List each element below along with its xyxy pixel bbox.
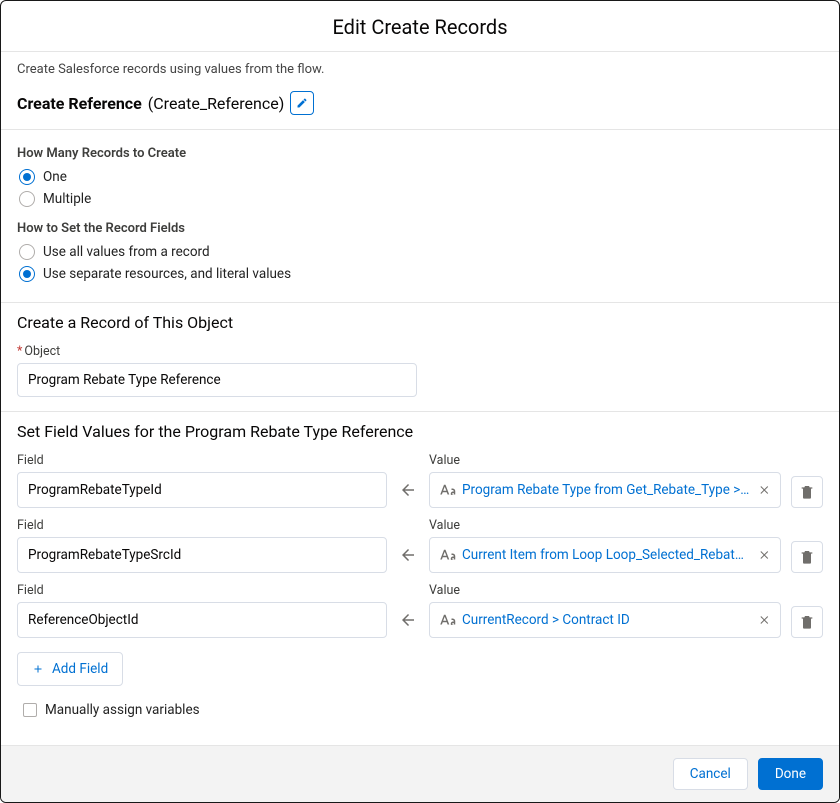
add-field-button[interactable]: Add Field [17, 652, 123, 686]
delete-row-button[interactable] [791, 541, 823, 573]
pencil-icon [296, 97, 308, 109]
radio-multiple[interactable]: Multiple [17, 191, 823, 207]
manual-assign-label: Manually assign variables [45, 702, 200, 718]
field-label: Field [17, 453, 387, 468]
add-field-label: Add Field [52, 661, 108, 677]
field-values-section: Set Field Values for the Program Rebate … [1, 412, 839, 738]
radio-label: One [43, 169, 67, 185]
field-input[interactable]: ProgramRebateTypeSrcId [17, 537, 387, 573]
radio-use-all-values[interactable]: Use all values from a record [17, 244, 823, 260]
field-input[interactable]: ReferenceObjectId [17, 602, 387, 638]
formula-icon [438, 481, 456, 499]
value-label: Value [429, 583, 781, 598]
dialog-edit-create-records: Edit Create Records Create Salesforce re… [0, 0, 840, 803]
element-label: Create Reference [17, 94, 142, 113]
arrow-left-icon [399, 546, 417, 564]
arrow-left-icon [399, 611, 417, 629]
radio-use-separate-resources[interactable]: Use separate resources, and literal valu… [17, 266, 823, 282]
element-api-name: (Create_Reference) [148, 94, 285, 113]
arrow-left-icon [399, 481, 417, 499]
clear-value-button[interactable] [756, 546, 774, 564]
field-row: Field ProgramRebateTypeId Value Program … [17, 453, 823, 508]
radio-icon [19, 169, 35, 185]
field-values-heading: Set Field Values for the Program Rebate … [17, 422, 823, 441]
object-label: *Object [17, 344, 823, 359]
plus-icon [32, 663, 44, 675]
radio-icon [19, 244, 35, 260]
radio-icon [19, 191, 35, 207]
object-section: Create a Record of This Object *Object P… [1, 303, 839, 412]
trash-icon [799, 614, 815, 630]
dialog-title: Edit Create Records [1, 1, 839, 52]
field-label: Field [17, 583, 387, 598]
how-many-group: How Many Records to Create One Multiple [17, 146, 823, 207]
radio-label: Use separate resources, and literal valu… [43, 266, 291, 282]
intro-section: Create Salesforce records using values f… [1, 52, 839, 130]
value-resource-name: CurrentRecord > Contract ID [462, 612, 750, 628]
radio-icon [19, 266, 35, 282]
object-input[interactable]: Program Rebate Type Reference [17, 363, 417, 397]
intro-description: Create Salesforce records using values f… [17, 62, 823, 77]
delete-row-button[interactable] [791, 476, 823, 508]
clear-value-button[interactable] [756, 611, 774, 629]
clear-value-button[interactable] [756, 481, 774, 499]
value-label: Value [429, 518, 781, 533]
element-name-row: Create Reference (Create_Reference) [17, 91, 823, 115]
field-row: Field ReferenceObjectId Value CurrentRec… [17, 583, 823, 638]
how-set-heading: How to Set the Record Fields [17, 221, 823, 236]
manual-assign-checkbox[interactable]: Manually assign variables [17, 702, 823, 718]
trash-icon [799, 549, 815, 565]
edit-name-button[interactable] [290, 91, 314, 115]
radio-label: Use all values from a record [43, 244, 210, 260]
formula-icon [438, 546, 456, 564]
value-input[interactable]: Program Rebate Type from Get_Rebate_Type… [429, 472, 781, 508]
dialog-footer: Cancel Done [1, 745, 839, 802]
value-resource-name: Program Rebate Type from Get_Rebate_Type… [462, 482, 750, 498]
done-button[interactable]: Done [758, 758, 823, 790]
value-input[interactable]: Current Item from Loop Loop_Selected_Reb… [429, 537, 781, 573]
value-input[interactable]: CurrentRecord > Contract ID [429, 602, 781, 638]
checkbox-icon [23, 703, 37, 717]
field-input[interactable]: ProgramRebateTypeId [17, 472, 387, 508]
trash-icon [799, 484, 815, 500]
field-label: Field [17, 518, 387, 533]
dialog-body: Create Salesforce records using values f… [1, 52, 839, 745]
object-section-heading: Create a Record of This Object [17, 313, 823, 332]
field-row: Field ProgramRebateTypeSrcId Value Curre… [17, 518, 823, 573]
cancel-button[interactable]: Cancel [673, 758, 748, 790]
value-resource-name: Current Item from Loop Loop_Selected_Reb… [462, 547, 750, 563]
how-many-heading: How Many Records to Create [17, 146, 823, 161]
radio-one[interactable]: One [17, 169, 823, 185]
delete-row-button[interactable] [791, 606, 823, 638]
how-set-group: How to Set the Record Fields Use all val… [17, 221, 823, 282]
radio-label: Multiple [43, 191, 91, 207]
value-label: Value [429, 453, 781, 468]
formula-icon [438, 611, 456, 629]
radio-section: How Many Records to Create One Multiple … [1, 130, 839, 303]
